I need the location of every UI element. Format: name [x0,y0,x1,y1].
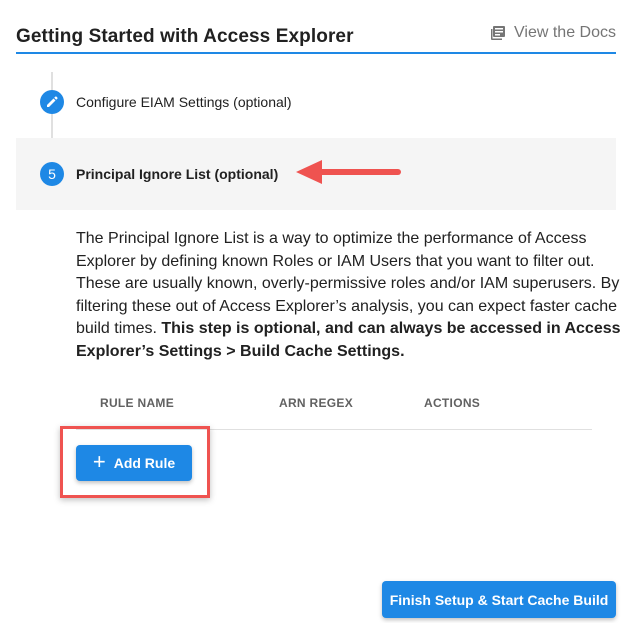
column-header-arn-regex: ARN REGEX [279,396,354,410]
rules-table-header: RULE NAME ARN REGEX ACTIONS [76,386,592,430]
page-header: Getting Started with Access Explorer Vie… [16,18,616,54]
step-label: Configure EIAM Settings (optional) [76,94,292,110]
page-title: Getting Started with Access Explorer [16,26,354,47]
book-icon [490,25,506,41]
add-rule-button[interactable]: + Add Rule [76,445,192,481]
plus-icon: + [92,449,106,474]
step-number-badge: 5 [40,162,64,186]
finish-setup-button[interactable]: Finish Setup & Start Cache Build [382,581,616,618]
annotation-arrow-icon [296,160,401,184]
pencil-icon [40,90,64,114]
step-configure-eiam[interactable]: Configure EIAM Settings (optional) [16,84,616,120]
step-description: The Principal Ignore List is a way to op… [76,228,624,363]
column-header-actions: ACTIONS [424,396,481,410]
column-header-rule-name: RULE NAME [100,396,175,410]
add-rule-label: Add Rule [113,455,176,471]
step-label: Principal Ignore List (optional) [76,166,279,182]
view-docs-label: View the Docs [514,24,616,41]
view-docs-link[interactable]: View the Docs [490,24,616,42]
